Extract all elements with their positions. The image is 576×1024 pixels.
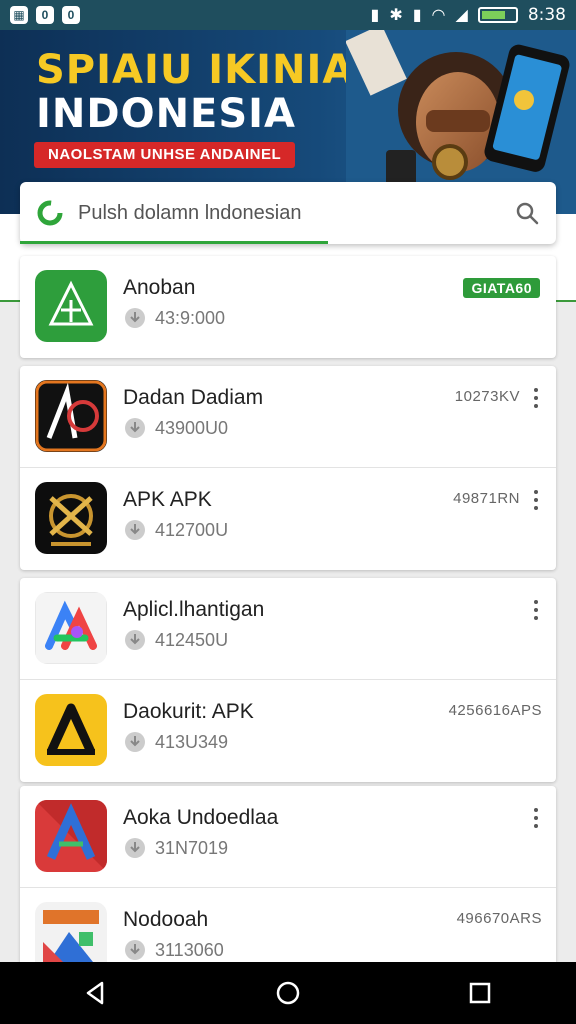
app-size: 10273KV bbox=[454, 388, 520, 405]
app-name: Daokurit: APK bbox=[123, 700, 254, 723]
app-size: 496670ARS bbox=[456, 910, 542, 927]
app-list-item[interactable]: Aplicl.lhantigan 412450U bbox=[20, 578, 556, 680]
download-icon bbox=[125, 732, 145, 752]
vibrate-icon: ▮ bbox=[370, 7, 380, 24]
store-logo-icon bbox=[37, 200, 63, 226]
app-download-count: 412700U bbox=[155, 519, 229, 540]
banner-tagline: NAOLSTAM UNHSE ANDAINEL bbox=[34, 142, 296, 168]
download-icon bbox=[125, 308, 145, 328]
home-icon[interactable] bbox=[274, 979, 302, 1007]
search-icon[interactable] bbox=[514, 200, 540, 226]
app-icon bbox=[35, 482, 107, 554]
navigation-bar bbox=[0, 962, 576, 1024]
battery-icon bbox=[477, 7, 518, 23]
app-card: Dadan Dadiam 43900U0 10273KV APK APK 412… bbox=[20, 366, 556, 570]
signal-icon: ◢ bbox=[455, 7, 468, 24]
app-name: APK APK bbox=[123, 488, 212, 511]
banner-title-line1: SPIAIU IKINIAM bbox=[36, 47, 396, 93]
app-card: Aplicl.lhantigan 412450U Daokurit: APK 4… bbox=[20, 578, 556, 782]
download-icon bbox=[125, 630, 145, 650]
banner-title: SPIAIU IKINIAM INDONESIA bbox=[36, 48, 395, 136]
status-time: 8:38 bbox=[527, 5, 566, 25]
app-size: 4256616APS bbox=[448, 702, 542, 719]
bluetooth-icon: ✱ bbox=[389, 7, 403, 24]
app-download-count: 412450U bbox=[155, 629, 229, 650]
app-list-item[interactable]: Aoka Undoedlaa 31N7019 bbox=[20, 786, 556, 888]
download-icon bbox=[125, 520, 145, 540]
sim-icon: ▮ bbox=[412, 7, 422, 24]
app-name: Aoka Undoedlaa bbox=[123, 806, 279, 829]
download-icon bbox=[125, 940, 145, 960]
search-box[interactable]: Pulsh dolamn lndonesian bbox=[20, 182, 556, 244]
search-input[interactable]: Pulsh dolamn lndonesian bbox=[78, 202, 514, 225]
app-size: 49871RN bbox=[453, 490, 520, 507]
install-badge[interactable]: GIATA60 bbox=[463, 278, 540, 298]
app-list-item[interactable]: Anoban 43:9:000 GIATA60 bbox=[20, 256, 556, 358]
wifi-icon: ◠ bbox=[431, 7, 446, 24]
app-download-count: 31N7019 bbox=[155, 837, 229, 858]
more-options-icon[interactable] bbox=[526, 598, 546, 622]
notification-icon: 0 bbox=[62, 6, 80, 24]
app-icon bbox=[35, 694, 107, 766]
app-name: Anoban bbox=[123, 276, 196, 299]
download-icon bbox=[125, 838, 145, 858]
more-options-icon[interactable] bbox=[526, 806, 546, 830]
app-card: Anoban 43:9:000 GIATA60 bbox=[20, 256, 556, 358]
app-download-count: 413U349 bbox=[155, 731, 229, 752]
app-download-count: 43900U0 bbox=[155, 417, 229, 438]
app-card: Aoka Undoedlaa 31N7019 Nodooah 3113060 4… bbox=[20, 786, 556, 974]
banner-title-line2: INDONESIA bbox=[36, 91, 297, 137]
app-name: Aplicl.lhantigan bbox=[123, 598, 265, 621]
back-icon[interactable] bbox=[82, 979, 110, 1007]
recent-apps-icon[interactable] bbox=[466, 979, 494, 1007]
notification-icon: 0 bbox=[36, 6, 54, 24]
app-name: Nodooah bbox=[123, 908, 209, 931]
app-list-item[interactable]: APK APK 412700U 49871RN bbox=[20, 468, 556, 570]
app-icon bbox=[35, 380, 107, 452]
search-accent-bar bbox=[20, 241, 328, 244]
app-download-count: 43:9:000 bbox=[155, 307, 226, 328]
app-list-item[interactable]: Dadan Dadiam 43900U0 10273KV bbox=[20, 366, 556, 468]
gallery-icon: ▦ bbox=[10, 6, 28, 24]
app-icon bbox=[35, 800, 107, 872]
app-list-item[interactable]: Daokurit: APK 413U349 4256616APS bbox=[20, 680, 556, 782]
app-icon bbox=[35, 270, 107, 342]
app-download-count: 3113060 bbox=[155, 939, 224, 960]
download-icon bbox=[125, 418, 145, 438]
app-list-item[interactable]: Nodooah 3113060 496670ARS bbox=[20, 888, 556, 974]
app-icon bbox=[35, 592, 107, 664]
status-bar: ▦ 0 0 ▮ ✱ ▮ ◠ ◢ 8:38 bbox=[0, 0, 576, 30]
more-options-icon[interactable] bbox=[526, 488, 546, 512]
app-name: Dadan Dadiam bbox=[123, 386, 264, 409]
more-options-icon[interactable] bbox=[526, 386, 546, 410]
